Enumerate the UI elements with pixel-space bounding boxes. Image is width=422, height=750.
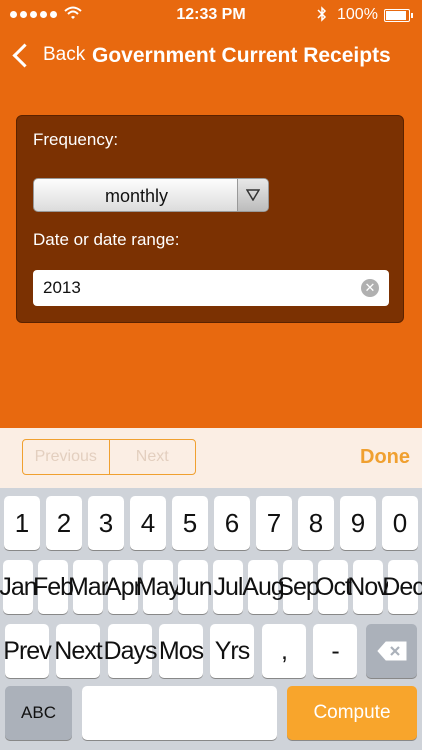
frequency-value: monthly <box>104 186 169 206</box>
frequency-label: Frequency: <box>33 130 119 149</box>
month-key[interactable]: Aug <box>242 560 285 614</box>
back-button[interactable]: Back <box>10 42 86 68</box>
date-range-field[interactable]: ✕ <box>33 270 389 306</box>
month-key[interactable]: Apr <box>105 560 142 614</box>
month-key[interactable]: Jul <box>213 560 243 614</box>
next-button[interactable]: Next <box>108 440 196 474</box>
date-range-label: Date or date range: <box>33 230 180 249</box>
unit-key[interactable]: - <box>313 624 357 678</box>
battery-percent: 100% <box>337 6 378 23</box>
backspace-key[interactable] <box>366 624 417 678</box>
digit-key[interactable]: 4 <box>130 496 166 550</box>
previous-button[interactable]: Previous <box>23 440 109 474</box>
date-range-input[interactable] <box>43 278 343 298</box>
month-key[interactable]: Oct <box>315 560 352 614</box>
chevron-left-icon <box>12 42 37 68</box>
digit-key[interactable]: 3 <box>88 496 124 550</box>
digit-key[interactable]: 9 <box>340 496 376 550</box>
digit-key[interactable]: 0 <box>382 496 418 550</box>
month-key[interactable]: Mar <box>68 560 109 614</box>
unit-key[interactable]: Next <box>54 624 103 678</box>
unit-key[interactable]: Mos <box>159 624 204 678</box>
unit-key[interactable]: Prev <box>3 624 52 678</box>
custom-keyboard: 1 2 3 4 5 6 7 8 9 0 Jan Feb Mar Apr May Jun Jul Aug Sep Oct… <box>0 488 422 750</box>
month-key[interactable]: Feb <box>33 560 74 614</box>
bluetooth-icon <box>317 6 327 22</box>
digit-key[interactable]: 7 <box>256 496 292 550</box>
keyboard-accessory-bar: Previous Next Done <box>0 428 422 488</box>
prev-next-control: Previous Next <box>22 439 196 475</box>
abc-key[interactable]: ABC <box>5 686 72 740</box>
battery-icon <box>384 9 413 22</box>
page-title: Government Current Receipts <box>92 44 391 67</box>
backspace-icon <box>376 641 406 661</box>
status-bar: 12:33 PM 100% <box>0 0 422 30</box>
compute-button[interactable]: Compute <box>287 686 417 740</box>
unit-key[interactable]: Yrs <box>210 624 254 678</box>
navigation-bar: Back Government Current Receipts <box>0 30 422 86</box>
digit-key[interactable]: 5 <box>172 496 208 550</box>
month-key[interactable]: Sep <box>277 560 320 614</box>
back-label: Back <box>43 44 86 65</box>
clear-icon[interactable]: ✕ <box>361 279 379 297</box>
month-key[interactable]: Jan <box>0 560 38 614</box>
digit-key[interactable]: 6 <box>214 496 250 550</box>
digit-key[interactable]: 8 <box>298 496 334 550</box>
triangle-down-icon <box>237 179 268 211</box>
month-key[interactable]: Dec <box>382 560 422 614</box>
digit-key[interactable]: 2 <box>46 496 82 550</box>
digit-key[interactable]: 1 <box>4 496 40 550</box>
unit-key[interactable]: Days <box>104 624 157 678</box>
unit-key[interactable]: , <box>262 624 306 678</box>
frequency-select[interactable]: monthly <box>33 178 269 212</box>
query-panel: Frequency: monthly Date or date range: ✕ <box>16 115 404 323</box>
done-button[interactable]: Done <box>360 446 410 469</box>
month-key[interactable]: Jun <box>174 560 213 614</box>
month-key[interactable]: May <box>136 560 181 614</box>
month-key[interactable]: Nov <box>347 560 390 614</box>
space-key[interactable] <box>82 686 277 740</box>
